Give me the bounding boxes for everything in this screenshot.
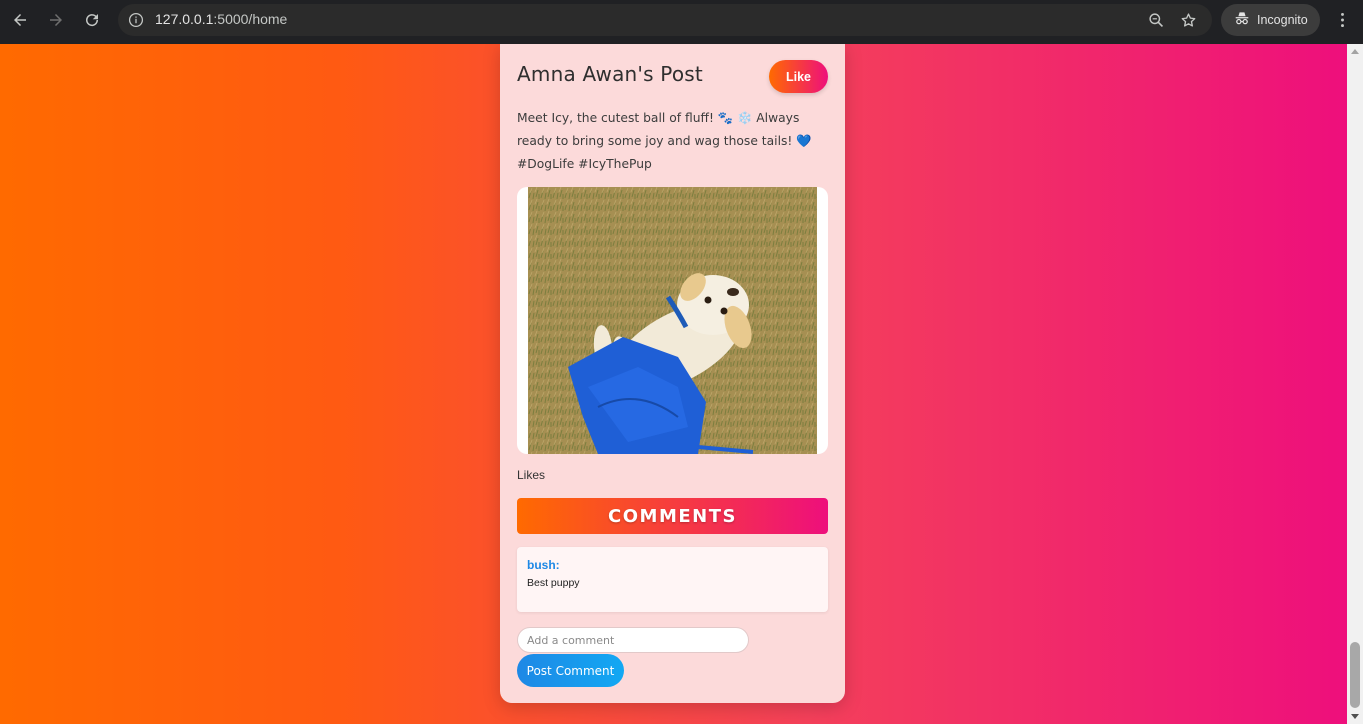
post-caption: Meet Icy, the cutest ball of fluff! 🐾 ❄️… xyxy=(517,111,812,171)
post-title: Amna Awan's Post xyxy=(517,62,703,86)
comment-item: bush: Best puppy xyxy=(517,547,828,612)
zoom-icon[interactable] xyxy=(1146,10,1166,30)
forward-arrow-icon[interactable] xyxy=(44,8,68,32)
address-bar[interactable]: 127.0.0.1:5000/home xyxy=(118,4,1212,36)
site-info-icon[interactable] xyxy=(126,10,146,30)
back-arrow-icon[interactable] xyxy=(8,8,32,32)
url-text[interactable]: 127.0.0.1:5000/home xyxy=(155,11,287,27)
post-comment-button[interactable]: Post Comment xyxy=(517,654,624,687)
url-host: 127.0.0.1 xyxy=(155,11,214,27)
browser-toolbar: 127.0.0.1:5000/home Incognito xyxy=(0,0,1363,44)
likes-label: Likes xyxy=(517,468,546,482)
post-image xyxy=(528,187,817,454)
incognito-icon xyxy=(1233,9,1251,31)
more-menu-icon[interactable] xyxy=(1333,10,1351,30)
comments-header: COMMENTS xyxy=(517,498,828,534)
page-scrollbar[interactable] xyxy=(1347,44,1363,724)
scroll-down-icon[interactable] xyxy=(1351,714,1359,719)
incognito-label: Incognito xyxy=(1257,13,1308,27)
comment-text: Best puppy xyxy=(527,577,580,589)
comment-input[interactable] xyxy=(517,627,749,653)
post-card: Amna Awan's Post Like Meet Icy, the cute… xyxy=(500,44,845,703)
bookmark-star-icon[interactable] xyxy=(1178,10,1198,30)
comment-username: bush: xyxy=(527,558,560,572)
scrollbar-thumb[interactable] xyxy=(1350,642,1360,708)
url-path: :5000/home xyxy=(213,11,288,27)
scroll-up-icon[interactable] xyxy=(1351,49,1359,54)
reload-icon[interactable] xyxy=(80,8,104,32)
post-image-frame xyxy=(517,187,828,454)
like-button[interactable]: Like xyxy=(769,60,828,93)
page-viewport: Amna Awan's Post Like Meet Icy, the cute… xyxy=(0,44,1347,724)
incognito-indicator[interactable]: Incognito xyxy=(1221,4,1320,36)
